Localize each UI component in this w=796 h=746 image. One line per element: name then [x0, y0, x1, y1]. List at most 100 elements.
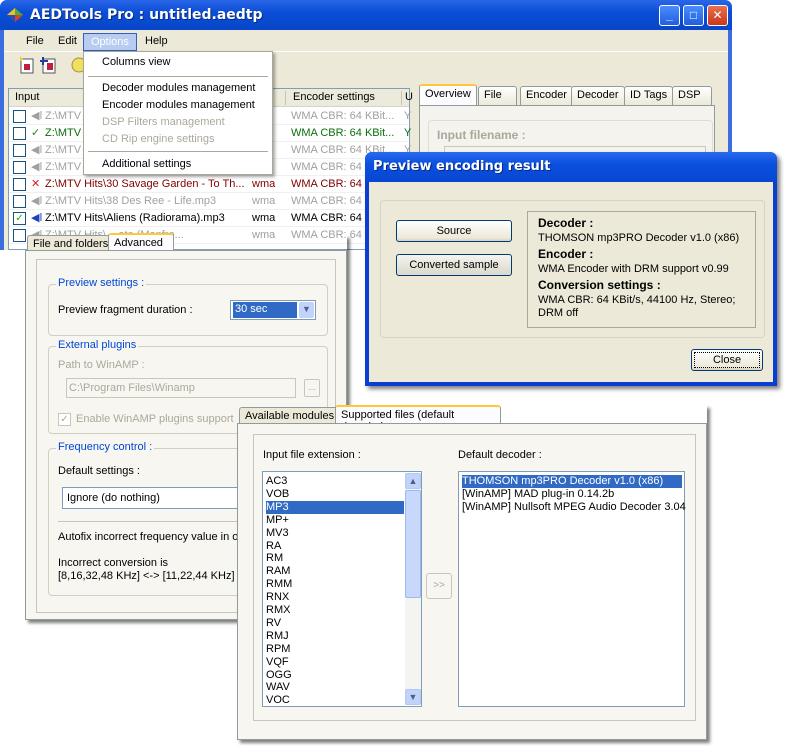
menu-item-encoder-modules[interactable]: Encoder modules management — [102, 99, 255, 111]
scrollbar-thumb[interactable] — [405, 490, 421, 598]
supported-files-pane: Input file extension : Default decoder :… — [237, 423, 707, 740]
row-encoder: WMA CBR: 64 KBit... — [291, 110, 395, 122]
table-row[interactable]: ✓ ◀ǀ Z:\MTV Hits\Aliens (Radiorama).mp3 wma… — [9, 210, 409, 227]
row-checkbox[interactable] — [13, 195, 26, 208]
close-icon: ✕ — [712, 8, 723, 22]
row-path: Z:\MTV — [45, 144, 82, 156]
table-row[interactable]: ◀ǀ Z:\MTV Hits\38 Des Ree - Life.mp3 wma WM… — [9, 193, 409, 210]
row-format: wma — [252, 212, 276, 224]
menu-item-columns-view[interactable]: Columns view — [102, 56, 170, 68]
conversion-heading: Conversion settings : — [538, 278, 661, 292]
tab-dsp[interactable]: DSP — [672, 86, 712, 105]
scroll-down-icon[interactable]: ▼ — [405, 689, 421, 705]
list-item[interactable]: MP3 — [266, 500, 404, 514]
column-encoder-settings[interactable]: Encoder settings — [293, 91, 375, 103]
assign-decoder-button[interactable]: >> — [426, 573, 452, 599]
row-path: Z:\MTV — [45, 110, 82, 122]
list-item[interactable]: RMX — [266, 604, 404, 617]
preview-duration-select[interactable]: 30 sec ▼ — [230, 300, 316, 320]
menu-file[interactable]: File — [19, 33, 51, 51]
winamp-path-input[interactable]: C:\Program Files\Winamp — [66, 378, 296, 398]
speaker-icon: ◀ǀ — [31, 144, 43, 156]
row-checkbox[interactable]: ✓ — [13, 212, 26, 225]
check-icon: ✓ — [31, 127, 41, 139]
decoder-heading: Decoder : — [538, 216, 594, 230]
list-item[interactable]: RNX — [266, 591, 404, 604]
close-dialog-button[interactable]: Close — [691, 349, 763, 371]
tab-id-tags[interactable]: ID Tags — [624, 86, 674, 105]
menu-options[interactable]: Options — [83, 33, 137, 51]
table-row[interactable]: ✕ Z:\MTV Hits\30 Savage Garden - To Th...… — [9, 176, 409, 193]
browse-winamp-button[interactable]: ... — [304, 379, 320, 397]
list-item[interactable]: VOC — [266, 694, 404, 707]
conversion-line1: WMA CBR: 64 KBit/s, 44100 Hz, Stereo; — [538, 294, 736, 306]
external-plugins-title: External plugins — [56, 339, 139, 351]
minimize-button[interactable]: _ — [659, 5, 680, 26]
list-item[interactable]: [WinAMP] MAD plug-in 0.14.2b — [462, 488, 682, 501]
tab-decoder[interactable]: Decoder — [571, 86, 625, 105]
input-filename-label: Input filename : — [437, 128, 526, 142]
preview-settings-title: Preview settings : — [56, 277, 147, 289]
add-folder-icon[interactable] — [40, 56, 58, 74]
default-frequency-select[interactable]: Ignore (do nothing) — [62, 487, 242, 509]
menu-item-additional-settings[interactable]: Additional settings — [102, 158, 191, 170]
speaker-icon: ◀ǀ — [31, 161, 43, 173]
conversion-line2: DRM off — [538, 307, 579, 319]
menu-item-dsp-filters: DSP Filters management — [102, 116, 225, 128]
column-input[interactable]: Input — [15, 91, 39, 103]
row-format: wma — [252, 178, 276, 190]
list-item[interactable]: RA — [266, 540, 404, 553]
menu-help[interactable]: Help — [138, 33, 175, 51]
row-checkbox[interactable] — [13, 110, 26, 123]
column-separator[interactable] — [401, 91, 402, 105]
tab-file[interactable]: File — [478, 86, 517, 105]
preview-dialog-title-bar[interactable]: Preview encoding result — [365, 152, 777, 182]
column-u[interactable]: U — [405, 91, 413, 103]
list-item[interactable]: AC3 — [266, 475, 404, 488]
row-encoder: WMA CBR: 64 K — [291, 178, 373, 190]
row-checkbox[interactable] — [13, 127, 26, 140]
list-item[interactable]: THOMSON mp3PRO Decoder v1.0 (x86) — [462, 475, 682, 488]
list-item[interactable]: MV3 — [266, 527, 404, 540]
decoder-listbox[interactable]: THOMSON mp3PRO Decoder v1.0 (x86) [WinAMP… — [458, 471, 686, 707]
converted-sample-button[interactable]: Converted sample — [396, 254, 512, 276]
title-bar[interactable]: AEDTools Pro : untitled.aedtp _ □ ✕ — [0, 0, 732, 30]
default-decoder-label: Default decoder : — [458, 449, 542, 461]
extension-listbox[interactable]: AC3 VOB MP3 MP+ MV3 RA RM RAM RMM RNX RMX RV RMJ RPM V… — [262, 471, 422, 707]
list-item[interactable]: [WinAMP] Nullsoft MPEG Audio Decoder 3.0… — [462, 501, 686, 514]
row-checkbox[interactable] — [13, 161, 26, 174]
incorrect-conversion-line1: Incorrect conversion is — [58, 557, 169, 569]
tab-overview[interactable]: Overview — [419, 84, 477, 105]
list-item[interactable]: RM — [266, 552, 404, 565]
add-file-icon[interactable] — [18, 56, 36, 74]
menu-edit[interactable]: Edit — [51, 33, 84, 51]
row-u: Y — [404, 127, 412, 139]
list-item[interactable]: RPM — [266, 643, 404, 656]
list-item[interactable]: RV — [266, 617, 404, 630]
menu-item-decoder-modules[interactable]: Decoder modules management — [102, 82, 255, 94]
list-item[interactable]: RMM — [266, 578, 404, 591]
preview-duration-label: Preview fragment duration : — [58, 304, 193, 316]
speaker-icon: ◀ǀ — [31, 195, 43, 207]
scroll-up-icon[interactable]: ▲ — [405, 473, 421, 489]
row-checkbox[interactable] — [13, 178, 26, 191]
enable-winamp-checkbox[interactable]: ✓ — [58, 413, 71, 426]
list-item[interactable]: MP+ — [266, 514, 404, 527]
list-item[interactable]: VOB — [266, 488, 404, 501]
list-item[interactable]: VQF — [266, 656, 404, 669]
column-separator[interactable] — [285, 91, 286, 105]
source-button[interactable]: Source — [396, 220, 512, 242]
maximize-icon: □ — [689, 8, 698, 22]
row-checkbox[interactable] — [13, 144, 26, 157]
tab-encoder[interactable]: Encoder — [520, 86, 573, 105]
list-item[interactable]: RMJ — [266, 630, 404, 643]
extension-label: Input file extension : — [263, 449, 361, 461]
chevron-down-icon[interactable]: ▼ — [299, 302, 314, 318]
list-item[interactable]: RAM — [266, 565, 404, 578]
list-item[interactable]: WAV — [266, 681, 404, 694]
row-path: Z:\MTV — [45, 127, 82, 139]
maximize-button[interactable]: □ — [683, 5, 704, 26]
list-item[interactable]: OGG — [266, 669, 404, 682]
extension-scrollbar[interactable]: ▲ ▼ — [405, 473, 421, 705]
close-button[interactable]: ✕ — [707, 5, 728, 26]
